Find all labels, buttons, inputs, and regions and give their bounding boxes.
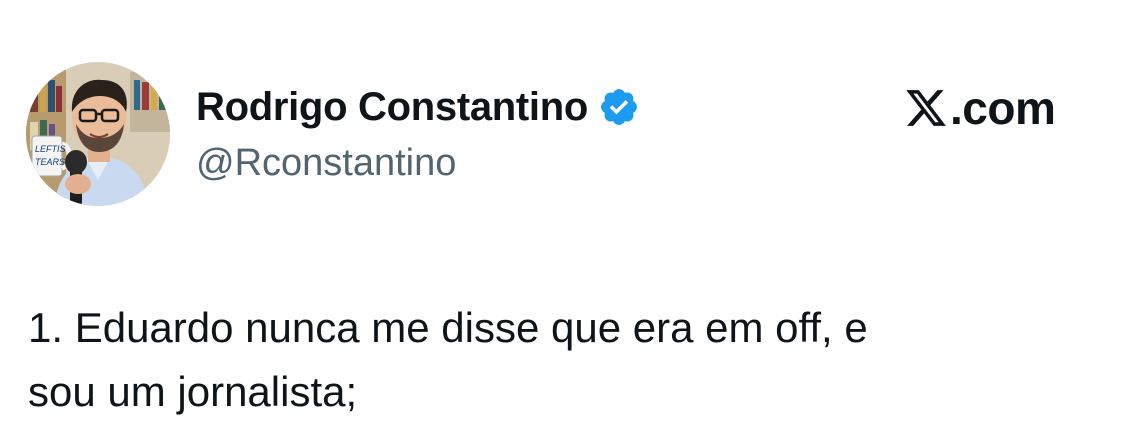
mug-text-1: LEFTIS (35, 144, 66, 154)
verified-badge-icon (598, 86, 640, 128)
brand-mark: .com (904, 80, 1056, 136)
user-handle[interactable]: @Rconstantino (196, 142, 456, 185)
name-row: Rodrigo Constantino (196, 82, 640, 132)
avatar-image: LEFTIS TEARS (26, 62, 170, 206)
tweet-line-1: 1. Eduardo nunca me disse que era em off… (28, 304, 868, 351)
brand-domain-text: .com (950, 82, 1056, 134)
display-name[interactable]: Rodrigo Constantino (196, 85, 588, 130)
tweet-text: 1. Eduardo nunca me disse que era em off… (28, 296, 1128, 424)
tweet-line-2: sou um jornalista; (28, 368, 358, 415)
mug-text-2: TEARS (35, 157, 65, 167)
avatar[interactable]: LEFTIS TEARS (26, 62, 170, 206)
x-logo-icon (904, 86, 948, 130)
